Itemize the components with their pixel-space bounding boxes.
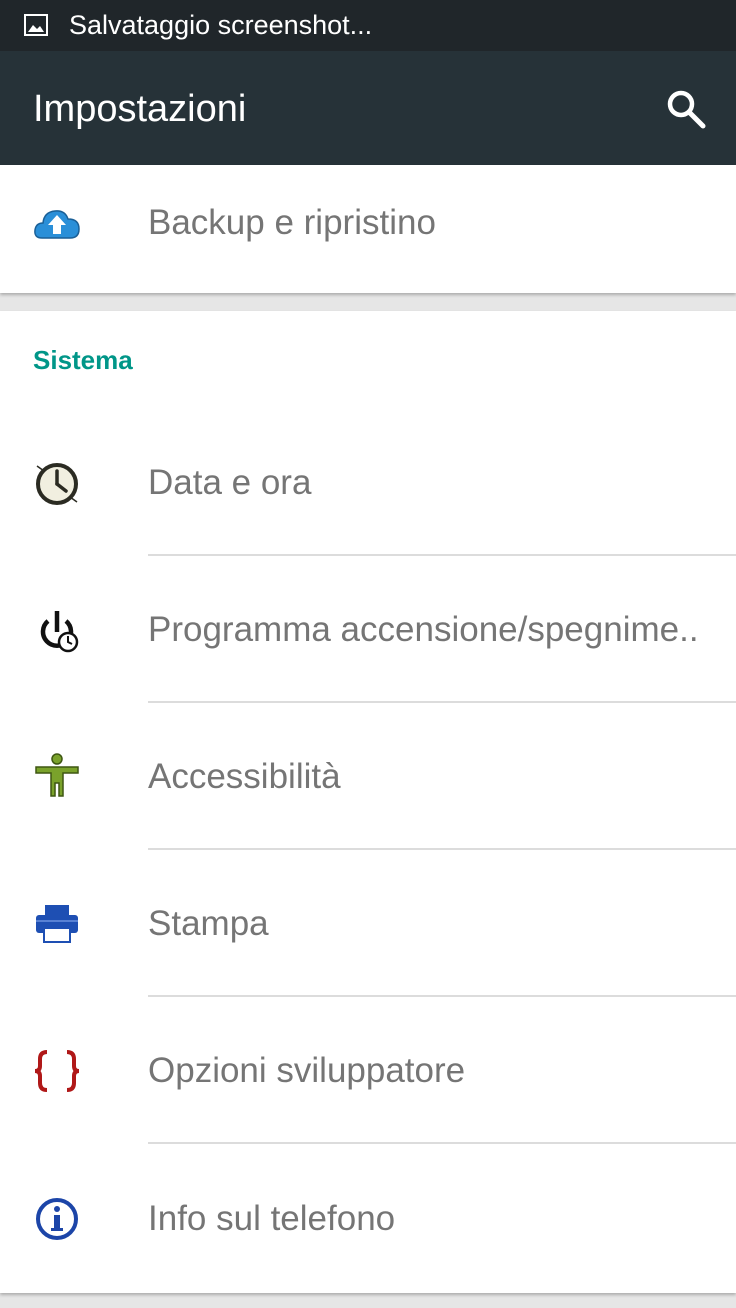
settings-item-label: Backup e ripristino <box>148 203 436 242</box>
backup-card: Backup e ripristino <box>0 165 736 293</box>
image-icon <box>24 14 48 36</box>
settings-item-label: Data e ora <box>148 463 312 502</box>
settings-item-label: Stampa <box>148 904 269 943</box>
settings-item-print[interactable]: Stampa <box>0 850 736 997</box>
clock-icon <box>36 463 78 505</box>
power-schedule-icon <box>40 611 79 653</box>
braces-icon <box>34 1050 80 1092</box>
search-icon[interactable] <box>664 87 708 131</box>
system-section: Sistema Data e ora Programma accensione/… <box>0 311 736 1293</box>
app-bar: Impostazioni <box>0 51 736 165</box>
settings-item-label: Accessibilità <box>148 757 341 796</box>
settings-item-label: Opzioni sviluppatore <box>148 1051 466 1090</box>
settings-item-about-phone[interactable]: Info sul telefono <box>0 1144 736 1293</box>
printer-icon <box>36 905 78 943</box>
accessibility-icon <box>35 753 79 797</box>
section-header: Sistema <box>33 345 133 375</box>
page-title: Impostazioni <box>33 88 247 130</box>
status-text: Salvataggio screenshot... <box>69 10 373 40</box>
info-icon <box>36 1198 78 1240</box>
settings-item-power-schedule[interactable]: Programma accensione/spegnime.. <box>0 556 736 703</box>
cloud-upload-icon <box>34 210 80 239</box>
settings-item-date-time[interactable]: Data e ora <box>0 410 736 556</box>
settings-item-developer[interactable]: Opzioni sviluppatore <box>0 997 736 1144</box>
settings-item-backup[interactable]: Backup e ripristino <box>0 165 736 293</box>
settings-item-label: Info sul telefono <box>148 1199 396 1238</box>
settings-item-label: Programma accensione/spegnime.. <box>148 610 699 649</box>
status-bar: Salvataggio screenshot... <box>0 0 736 51</box>
settings-item-accessibility[interactable]: Accessibilità <box>0 703 736 850</box>
